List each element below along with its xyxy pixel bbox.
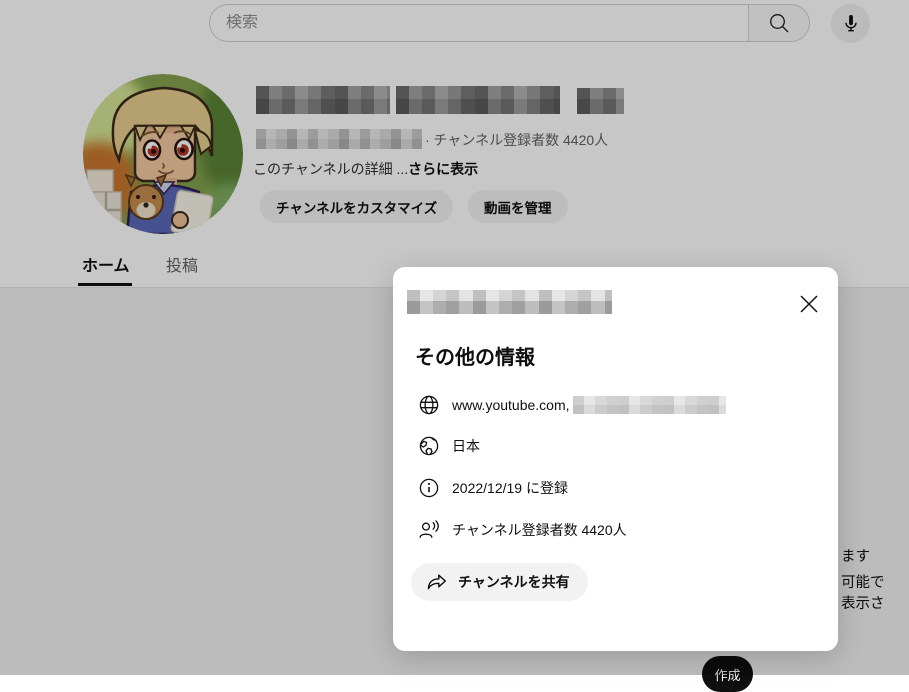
channel-url-row: www.youtube.com,	[417, 393, 726, 417]
subscribers-icon	[417, 518, 441, 542]
channel-joined-date: 2022/12/19 に登録	[452, 478, 568, 498]
info-icon	[417, 476, 441, 500]
modal-channel-name-redacted	[407, 290, 612, 314]
channel-url-handle-redacted	[573, 396, 726, 414]
channel-subscriber-count: チャンネル登録者数 4420人	[452, 520, 627, 540]
share-channel-button[interactable]: チャンネルを共有	[411, 563, 588, 601]
globe-icon	[417, 393, 441, 417]
channel-subscribers-row: チャンネル登録者数 4420人	[417, 518, 627, 542]
close-button[interactable]	[797, 292, 821, 316]
channel-url-link[interactable]: www.youtube.com,	[452, 397, 570, 413]
modal-title: その他の情報	[415, 341, 535, 370]
channel-joined-row: 2022/12/19 に登録	[417, 476, 568, 500]
close-icon	[798, 293, 820, 315]
share-channel-label: チャンネルを共有	[458, 572, 570, 592]
public-globe-icon	[417, 434, 441, 458]
channel-country: 日本	[452, 436, 480, 456]
share-icon	[425, 570, 449, 594]
youtube-channel-page: { "search": { "placeholder": "検索" }, "ch…	[0, 0, 909, 675]
channel-country-row: 日本	[417, 434, 480, 458]
